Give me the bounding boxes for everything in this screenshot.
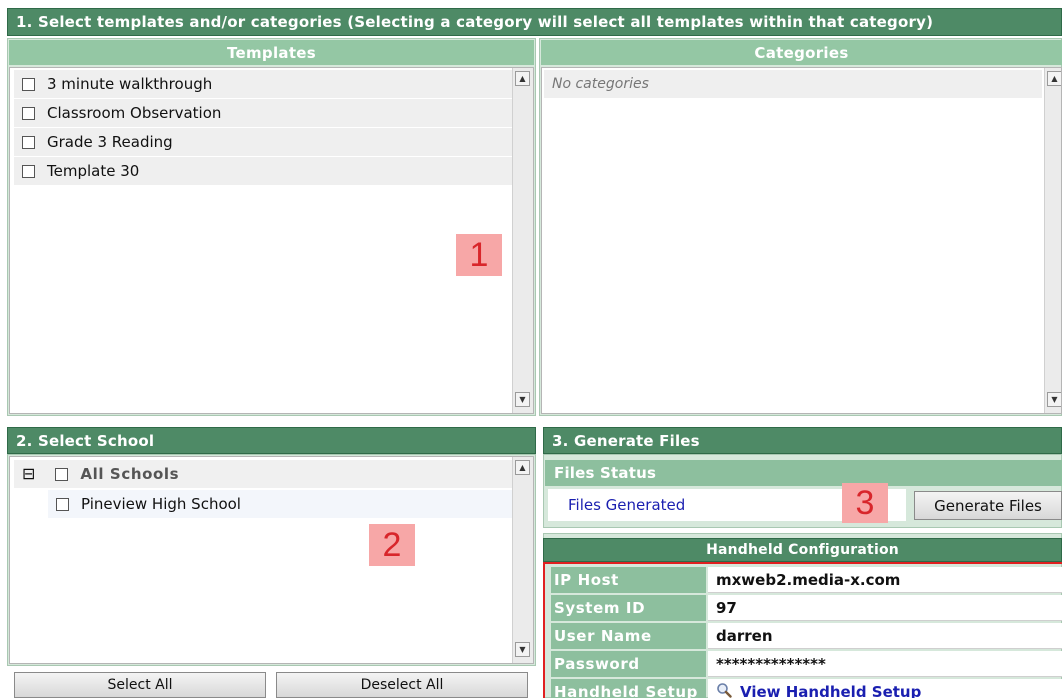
system-id-label: System ID: [551, 595, 706, 621]
template-item[interactable]: Template 30: [14, 157, 512, 185]
template-checkbox[interactable]: [22, 77, 35, 91]
scroll-down-arrow-icon[interactable]: ▼: [515, 392, 530, 407]
template-checkbox[interactable]: [22, 106, 35, 120]
categories-header: Categories: [541, 40, 1062, 65]
section1-title: 1. Select templates and/or categories (S…: [7, 8, 1062, 36]
template-label: 3 minute walkthrough: [47, 75, 213, 93]
handheld-setup-label: Handheld Setup: [551, 679, 706, 698]
ip-host-value-text: mxweb2.media-x.com: [716, 570, 901, 589]
templates-header-text: Templates: [226, 43, 317, 62]
template-item[interactable]: 3 minute walkthrough: [14, 70, 512, 98]
scroll-up-arrow-icon[interactable]: ▲: [1047, 71, 1061, 86]
categories-empty-text: No categories: [552, 76, 649, 92]
view-handheld-setup-link-text[interactable]: View Handheld Setup: [740, 683, 921, 698]
handheld-config-table: IP Host mxweb2.media-x.com System ID 97 …: [543, 562, 1062, 698]
ip-host-label-text: IP Host: [554, 571, 619, 589]
categories-scrollbar[interactable]: ▲ ▼: [1044, 68, 1061, 413]
handheld-setup-link[interactable]: View Handheld Setup: [708, 679, 1062, 698]
annotation-marker-3: 3: [842, 483, 888, 523]
scroll-up-arrow-icon[interactable]: ▲: [515, 460, 530, 475]
template-item[interactable]: Classroom Observation: [14, 99, 512, 127]
template-label: Template 30: [47, 162, 140, 180]
template-label: Grade 3 Reading: [47, 133, 173, 151]
all-schools-label: All Schools: [80, 465, 180, 483]
ip-host-label: IP Host: [551, 567, 706, 593]
handheld-setup-label-text: Handheld Setup: [554, 683, 699, 698]
section2-title: 2. Select School: [7, 427, 536, 454]
password-value: **************: [708, 651, 1062, 677]
user-name-label-text: User Name: [554, 627, 652, 645]
categories-header-text: Categories: [754, 43, 849, 62]
generate-files-button[interactable]: Generate Files: [914, 491, 1062, 520]
template-item[interactable]: Grade 3 Reading: [14, 128, 512, 156]
files-status-text: Files Generated: [568, 496, 686, 514]
school-checkbox[interactable]: [56, 497, 69, 511]
annotation-3-text: 3: [855, 483, 875, 522]
annotation-1-text: 1: [469, 235, 489, 274]
handheld-config-header: Handheld Configuration: [543, 538, 1062, 562]
section3-title-text: 3. Generate Files: [552, 431, 700, 450]
tree-collapse-icon[interactable]: ⊟: [22, 466, 35, 482]
template-label: Classroom Observation: [47, 104, 222, 122]
annotation-2-text: 2: [382, 525, 402, 564]
templates-header: Templates: [9, 40, 534, 65]
templates-scrollbar[interactable]: ▲ ▼: [512, 68, 533, 413]
section3-title: 3. Generate Files: [543, 427, 1062, 454]
system-id-value-text: 97: [716, 598, 737, 617]
system-id-value: 97: [708, 595, 1062, 621]
scroll-down-arrow-icon[interactable]: ▼: [515, 642, 530, 657]
user-name-value: darren: [708, 623, 1062, 649]
password-label: Password: [551, 651, 706, 677]
template-checkbox[interactable]: [22, 164, 35, 178]
files-status-header-text: Files Status: [554, 464, 657, 482]
password-value-text: **************: [716, 654, 826, 673]
system-id-label-text: System ID: [554, 599, 646, 617]
annotation-marker-1: 1: [456, 234, 502, 276]
all-schools-row[interactable]: ⊟ All Schools: [14, 460, 512, 488]
scroll-down-arrow-icon[interactable]: ▼: [1047, 392, 1061, 407]
school-list: ⊟ All Schools Pineview High School ▲ ▼: [9, 456, 534, 664]
template-checkbox[interactable]: [22, 135, 35, 149]
section1-title-text: 1. Select templates and/or categories (S…: [16, 13, 934, 31]
handheld-config-header-text: Handheld Configuration: [706, 542, 899, 558]
password-label-text: Password: [554, 655, 640, 673]
select-all-label: Select All: [107, 677, 173, 693]
user-name-label: User Name: [551, 623, 706, 649]
deselect-all-button[interactable]: Deselect All: [276, 672, 528, 698]
magnifier-icon: [716, 682, 734, 698]
school-row[interactable]: Pineview High School: [48, 490, 512, 518]
annotation-marker-2: 2: [369, 524, 415, 566]
ip-host-value: mxweb2.media-x.com: [708, 567, 1062, 593]
scroll-up-arrow-icon[interactable]: ▲: [515, 71, 530, 86]
files-status-header: Files Status: [545, 460, 1062, 486]
school-scrollbar[interactable]: ▲ ▼: [512, 457, 533, 663]
user-name-value-text: darren: [716, 626, 773, 645]
all-schools-checkbox[interactable]: [55, 467, 69, 481]
deselect-all-label: Deselect All: [360, 677, 444, 693]
school-label: Pineview High School: [81, 495, 241, 513]
generate-files-label: Generate Files: [934, 496, 1042, 515]
section2-title-text: 2. Select School: [16, 431, 155, 450]
categories-list: No categories ▲ ▼: [541, 67, 1062, 414]
select-all-button[interactable]: Select All: [14, 672, 266, 698]
categories-empty-row: No categories: [544, 70, 1042, 98]
